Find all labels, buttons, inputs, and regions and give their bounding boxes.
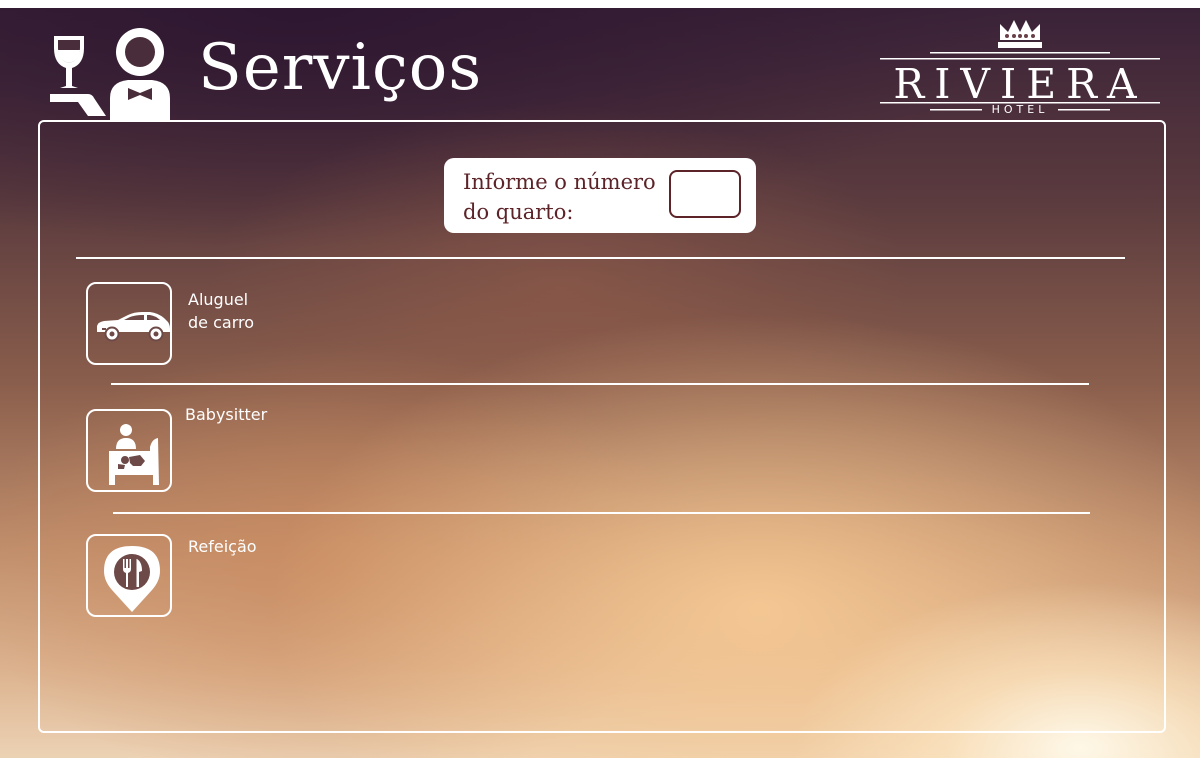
divider (111, 383, 1089, 385)
service-label-meal: Refeição (188, 537, 257, 556)
waiter-icon (50, 28, 170, 122)
car-rental-button[interactable] (86, 282, 172, 365)
riviera-hotel-logo: RIVIERA HOTEL (880, 20, 1160, 114)
service-label-babysitter: Babysitter (185, 405, 268, 424)
room-number-label: Informe o número do quarto: (463, 170, 656, 224)
meal-pin-icon (104, 546, 160, 612)
room-number-input[interactable] (669, 170, 741, 218)
babysitter-button[interactable] (86, 409, 172, 492)
service-item-meal[interactable]: Refeição (86, 534, 406, 620)
service-item-car-rental[interactable]: Aluguel de carro (86, 282, 406, 368)
divider (113, 512, 1090, 514)
services-screen: Serviços RIVIERA HOTEL Informe o número … (0, 8, 1200, 758)
service-item-babysitter[interactable]: Babysitter (86, 405, 406, 495)
divider (76, 257, 1125, 259)
room-number-box: Informe o número do quarto: (444, 158, 756, 233)
logo-subtitle: HOTEL (992, 103, 1049, 114)
babysitter-icon (109, 424, 159, 485)
service-label-car-rental: Aluguel de carro (188, 290, 254, 332)
crown-icon (998, 20, 1042, 48)
meal-button[interactable] (86, 534, 172, 617)
page-title: Serviços (198, 31, 483, 105)
car-icon (97, 312, 170, 342)
logo-name: RIVIERA (893, 60, 1146, 108)
